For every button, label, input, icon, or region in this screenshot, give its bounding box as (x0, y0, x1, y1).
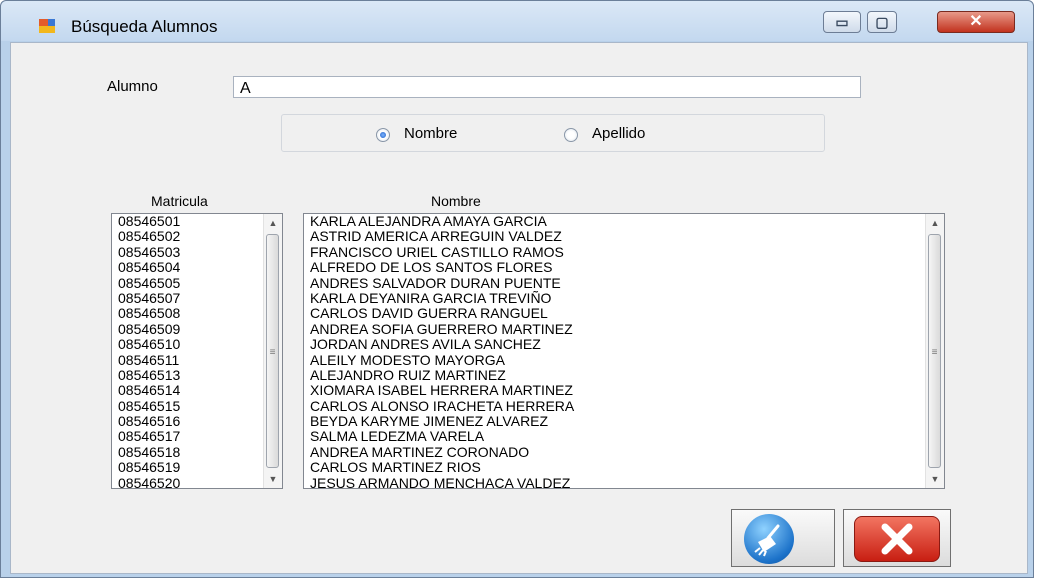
matricula-scrollbar[interactable]: ▲ ≡ ▼ (263, 214, 282, 488)
form-body: Alumno A Nombre Apellido Matricula Nombr… (10, 42, 1028, 574)
nombre-list[interactable]: KARLA ALEJANDRA AMAYA GARCIA ASTRID AMERI… (303, 213, 945, 489)
close-button[interactable] (843, 509, 951, 567)
minimize-icon: ▭ (835, 14, 849, 30)
matricula-item[interactable]: 08546517 (112, 429, 264, 445)
nombre-item[interactable]: KARLA DEYANIRA GARCIA TREVIÑO (304, 290, 926, 306)
nombre-header: Nombre (431, 193, 481, 209)
nombre-item[interactable]: CARLOS MARTINEZ RIOS (304, 459, 926, 475)
nombre-item[interactable]: JORDAN ANDRES AVILA SANCHEZ (304, 336, 926, 352)
nombre-item[interactable]: CARLOS DAVID GUERRA RANGUEL (304, 305, 926, 321)
nombre-item[interactable]: SALMA LEDEZMA VARELA (304, 429, 926, 445)
alumno-search-input[interactable]: A (233, 76, 861, 98)
nombre-item[interactable]: ANDREA MARTINEZ CORONADO (304, 444, 926, 460)
nombre-item[interactable]: ANDRES SALVADOR DURAN PUENTE (304, 275, 926, 291)
matricula-item[interactable]: 08546520 (112, 475, 264, 488)
matricula-list[interactable]: 08546501 08546502 08546503 08546504 08546505… (111, 213, 283, 489)
window-title: Búsqueda Alumnos (71, 17, 218, 36)
title-bar[interactable]: Búsqueda Alumnos ▭ ▢ ✕ (1, 1, 1033, 41)
matricula-item[interactable]: 08546519 (112, 459, 264, 475)
matricula-item[interactable]: 08546511 (112, 352, 264, 368)
nombre-item[interactable]: CARLOS ALONSO IRACHETA HERRERA (304, 398, 926, 414)
radio-nombre-label[interactable]: Nombre (404, 125, 457, 142)
radio-apellido-label[interactable]: Apellido (592, 125, 645, 142)
app-icon (39, 19, 55, 33)
search-mode-group: Nombre Apellido (281, 114, 825, 152)
scroll-down-icon[interactable]: ▼ (926, 470, 944, 488)
matricula-item[interactable]: 08546505 (112, 275, 264, 291)
grip-icon: ≡ (931, 347, 938, 358)
close-window-button[interactable]: ✕ (937, 11, 1015, 33)
matricula-item[interactable]: 08546518 (112, 444, 264, 460)
nombre-item[interactable]: KARLA ALEJANDRA AMAYA GARCIA (304, 214, 926, 229)
broom-icon (744, 514, 794, 564)
scroll-thumb[interactable]: ≡ (266, 234, 279, 468)
scroll-up-icon[interactable]: ▲ (926, 214, 944, 232)
matricula-item[interactable]: 08546515 (112, 398, 264, 414)
nombre-item[interactable]: ALEILY MODESTO MAYORGA (304, 352, 926, 368)
nombre-item[interactable]: BEYDA KARYME JIMENEZ ALVAREZ (304, 413, 926, 429)
matricula-item[interactable]: 08546510 (112, 336, 264, 352)
radio-apellido[interactable] (564, 128, 578, 142)
matricula-item[interactable]: 08546513 (112, 367, 264, 383)
clear-button[interactable] (731, 509, 835, 567)
nombre-scrollbar[interactable]: ▲ ≡ ▼ (925, 214, 944, 488)
matricula-item[interactable]: 08546501 (112, 214, 264, 229)
nombre-item[interactable]: XIOMARA ISABEL HERRERA MARTINEZ (304, 382, 926, 398)
matricula-item[interactable]: 08546516 (112, 413, 264, 429)
grip-icon: ≡ (269, 347, 276, 358)
matricula-item[interactable]: 08546509 (112, 321, 264, 337)
matricula-item[interactable]: 08546504 (112, 259, 264, 275)
alumno-label: Alumno (107, 78, 158, 95)
matricula-item[interactable]: 08546514 (112, 382, 264, 398)
scroll-thumb[interactable]: ≡ (928, 234, 941, 468)
search-window: Búsqueda Alumnos ▭ ▢ ✕ Alumno A Nombre A… (0, 0, 1034, 578)
maximize-button[interactable]: ▢ (867, 11, 897, 33)
maximize-icon: ▢ (875, 14, 889, 30)
scroll-down-icon[interactable]: ▼ (264, 470, 282, 488)
matricula-rows: 08546501 08546502 08546503 08546504 08546505… (112, 214, 264, 488)
nombre-item[interactable]: ASTRID AMERICA ARREGUIN VALDEZ (304, 228, 926, 244)
close-icon: ✕ (969, 13, 983, 30)
nombre-item[interactable]: ALFREDO DE LOS SANTOS FLORES (304, 259, 926, 275)
nombre-item[interactable]: FRANCISCO URIEL CASTILLO RAMOS (304, 244, 926, 260)
matricula-item[interactable]: 08546503 (112, 244, 264, 260)
nombre-item[interactable]: JESUS ARMANDO MENCHACA VALDEZ (304, 475, 926, 488)
minimize-button[interactable]: ▭ (823, 11, 861, 33)
matricula-item[interactable]: 08546507 (112, 290, 264, 306)
nombre-item[interactable]: ANDREA SOFIA GUERRERO MARTINEZ (304, 321, 926, 337)
nombre-item[interactable]: ALEJANDRO RUIZ MARTINEZ (304, 367, 926, 383)
nombre-rows: KARLA ALEJANDRA AMAYA GARCIA ASTRID AMERI… (304, 214, 926, 488)
radio-nombre[interactable] (376, 128, 390, 142)
scroll-up-icon[interactable]: ▲ (264, 214, 282, 232)
matricula-item[interactable]: 08546508 (112, 305, 264, 321)
red-x-icon (854, 516, 940, 562)
matricula-header: Matricula (151, 193, 208, 209)
matricula-item[interactable]: 08546502 (112, 228, 264, 244)
